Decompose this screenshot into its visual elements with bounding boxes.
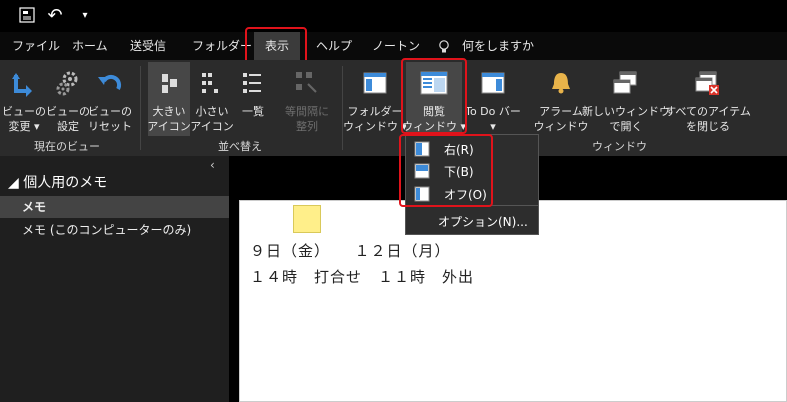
- menu-item-bottom-label: 下(B): [444, 164, 474, 179]
- list-icon: [236, 66, 270, 100]
- reading-pane-label-1: 閲覧: [423, 105, 445, 118]
- note-text-line-1: ９日（金） １２日（月）: [250, 242, 451, 260]
- pane-bottom-icon: [414, 163, 430, 179]
- list-button[interactable]: 一覧: [234, 62, 272, 119]
- folder-pane-label-row: ウィンドウ ▾: [342, 120, 408, 133]
- tab-help[interactable]: ヘルプ: [306, 32, 362, 60]
- reminders-window-button[interactable]: アラーム ウィンドウ: [533, 62, 589, 134]
- undo-icon[interactable]: ↶: [44, 5, 66, 26]
- change-view-label-row: 変更 ▾: [8, 120, 40, 133]
- menu-item-options-label: オプション(N)...: [438, 214, 528, 229]
- nav-item-notes[interactable]: メモ: [0, 196, 229, 218]
- ribbon: ビューの 変更 ▾ ビューの 設定 ビューの リセット 現在のビュー 大きい ア…: [0, 60, 787, 156]
- reading-pane-label-2: ウィンドウ: [401, 120, 457, 133]
- menu-item-off[interactable]: オフ(O): [414, 184, 487, 204]
- new-window-icon: [609, 66, 643, 100]
- view-settings-button[interactable]: ビューの 設定: [46, 62, 90, 134]
- large-icons-label-1: 大きい: [152, 105, 186, 118]
- gear-icon: [51, 66, 85, 100]
- tab-norton[interactable]: ノートン: [362, 32, 430, 60]
- tell-me-label: 何をしますか: [462, 39, 535, 53]
- close-all-label-2: を閉じる: [686, 120, 730, 133]
- reset-view-label-2: リセット: [88, 120, 132, 133]
- pane-right-icon: [414, 141, 430, 157]
- reset-arrow-icon: [93, 66, 127, 100]
- reminders-label-2: ウィンドウ: [533, 120, 589, 133]
- todo-bar-label: To Do バー: [465, 105, 521, 118]
- change-view-button[interactable]: ビューの 変更 ▾: [2, 62, 46, 134]
- reminders-label-1: アラーム: [539, 105, 583, 118]
- nav-item-notes-local[interactable]: メモ (このコンピューターのみ): [0, 219, 229, 241]
- line-up-button: 等間隔に 整列: [278, 62, 336, 134]
- close-all-icon: [691, 66, 725, 100]
- view-settings-label-1: ビューの: [46, 105, 90, 118]
- lightbulb-icon: [438, 32, 452, 60]
- menu-item-right[interactable]: 右(R): [414, 139, 474, 159]
- reset-view-button[interactable]: ビューの リセット: [88, 62, 132, 134]
- line-up-icon: [290, 66, 324, 100]
- menu-bar: ファイル ホーム 送受信 フォルダー 表示 ヘルプ ノートン 何をしますか: [0, 32, 787, 60]
- tab-home[interactable]: ホーム: [62, 32, 118, 60]
- view-settings-label-2: 設定: [57, 120, 79, 133]
- navigation-pane: ‹ ◢ 個人用のメモ メモ メモ (このコンピューターのみ): [0, 156, 229, 402]
- large-icons-icon: [152, 66, 186, 100]
- folder-pane-label-1: フォルダー: [347, 105, 403, 118]
- reset-view-label-1: ビューの: [88, 105, 132, 118]
- close-all-items-button[interactable]: すべてのアイテム を閉じる: [665, 62, 751, 134]
- menu-item-right-label: 右(R): [444, 142, 474, 157]
- todo-bar-dropdown-arrow: ▾: [490, 120, 496, 133]
- line-up-label-1: 等間隔に: [285, 105, 329, 118]
- note-icon[interactable]: [293, 205, 321, 233]
- menu-item-off-label: オフ(O): [444, 187, 487, 202]
- app-menu-icon[interactable]: [16, 5, 38, 25]
- small-icons-label-1: 小さい: [195, 105, 229, 118]
- folder-pane-button[interactable]: フォルダー ウィンドウ ▾: [343, 62, 407, 134]
- folder-pane-label-2: ウィンドウ: [342, 120, 398, 133]
- change-view-label-1: ビューの: [2, 105, 46, 118]
- reading-pane-button[interactable]: 閲覧 ウィンドウ ▾: [402, 62, 466, 136]
- todo-bar-button[interactable]: To Do バー ▾: [462, 62, 524, 134]
- small-icons-icon: [195, 66, 229, 100]
- tell-me-search[interactable]: 何をしますか: [428, 32, 544, 60]
- change-view-icon: [7, 66, 41, 100]
- open-new-window-button[interactable]: 新しいウィンドウ で開く: [582, 62, 670, 134]
- group-label-current-view: 現在のビュー: [34, 140, 100, 153]
- change-view-label-2: 変更: [8, 120, 31, 133]
- folder-pane-icon: [358, 66, 392, 100]
- tab-send-receive[interactable]: 送受信: [120, 32, 176, 60]
- close-all-label-1: すべてのアイテム: [665, 105, 751, 118]
- pane-off-icon: [414, 186, 430, 202]
- new-window-label-1: 新しいウィンドウ: [582, 105, 670, 118]
- reading-pane-dropdown: 右(R) 下(B) オフ(O) オプション(N)...: [405, 134, 539, 235]
- list-label: 一覧: [242, 105, 264, 118]
- tab-folder[interactable]: フォルダー: [182, 32, 262, 60]
- large-icons-button[interactable]: 大きい アイコン: [147, 62, 191, 136]
- reading-pane-label-row: ウィンドウ ▾: [401, 120, 467, 133]
- collapse-pane-icon[interactable]: ‹: [210, 158, 215, 172]
- group-label-arrange: 並べ替え: [218, 140, 262, 153]
- reading-pane-icon: [417, 66, 451, 100]
- tab-view[interactable]: 表示: [254, 32, 300, 60]
- small-icons-button[interactable]: 小さい アイコン: [190, 62, 234, 134]
- small-icons-label-2: アイコン: [190, 120, 234, 133]
- menu-item-bottom[interactable]: 下(B): [414, 161, 474, 181]
- customize-toolbar-icon[interactable]: ▾: [74, 5, 96, 25]
- folder-group-header[interactable]: ◢ 個人用のメモ: [8, 172, 107, 192]
- tab-file[interactable]: ファイル: [2, 32, 70, 60]
- new-window-label-2: で開く: [609, 120, 643, 133]
- todo-bar-icon: [476, 66, 510, 100]
- ribbon-separator: [342, 66, 343, 150]
- bell-icon: [544, 66, 578, 100]
- menu-divider: [406, 205, 538, 206]
- line-up-label-2: 整列: [296, 120, 318, 133]
- title-bar: ↶ ▾: [0, 0, 787, 32]
- large-icons-label-2: アイコン: [147, 120, 191, 133]
- note-text-line-2: １４時 打合せ １１時 外出: [250, 268, 475, 286]
- menu-item-options[interactable]: オプション(N)...: [438, 211, 528, 231]
- group-label-window-text: ウィンドウ: [592, 140, 647, 153]
